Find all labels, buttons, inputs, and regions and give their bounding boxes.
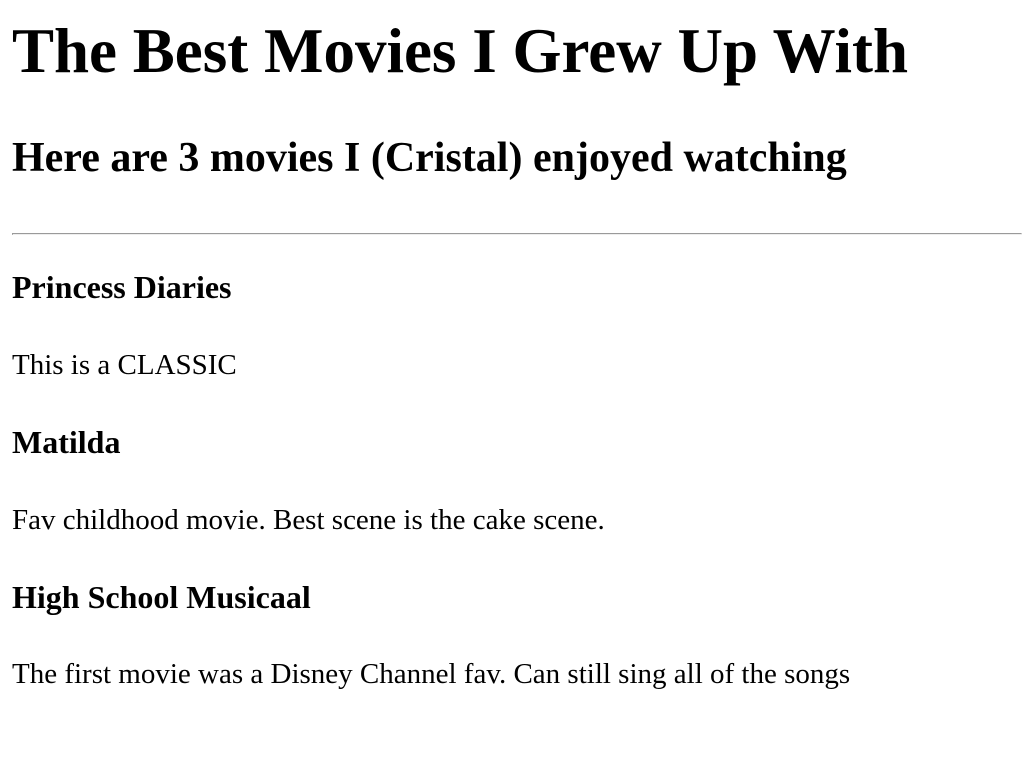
movie-description-high-school-musical: The first movie was a Disney Channel fav… — [12, 658, 851, 690]
movie-description-matilda: Fav childhood movie. Best scene is the c… — [12, 504, 605, 536]
page-title: The Best Movies I Grew Up With — [12, 16, 909, 86]
movie-title-princess-diaries: Princess Diaries — [12, 269, 232, 305]
page-subtitle: Here are 3 movies I (Cristal) enjoyed wa… — [12, 135, 847, 181]
movie-title-high-school-musical: High School Musicaal — [12, 579, 311, 615]
movie-description-princess-diaries: This is a CLASSIC — [12, 349, 237, 381]
horizontal-divider — [12, 233, 1022, 235]
movie-title-matilda: Matilda — [12, 424, 121, 460]
page-content: The Best Movies I Grew Up With Here are … — [0, 0, 1028, 770]
